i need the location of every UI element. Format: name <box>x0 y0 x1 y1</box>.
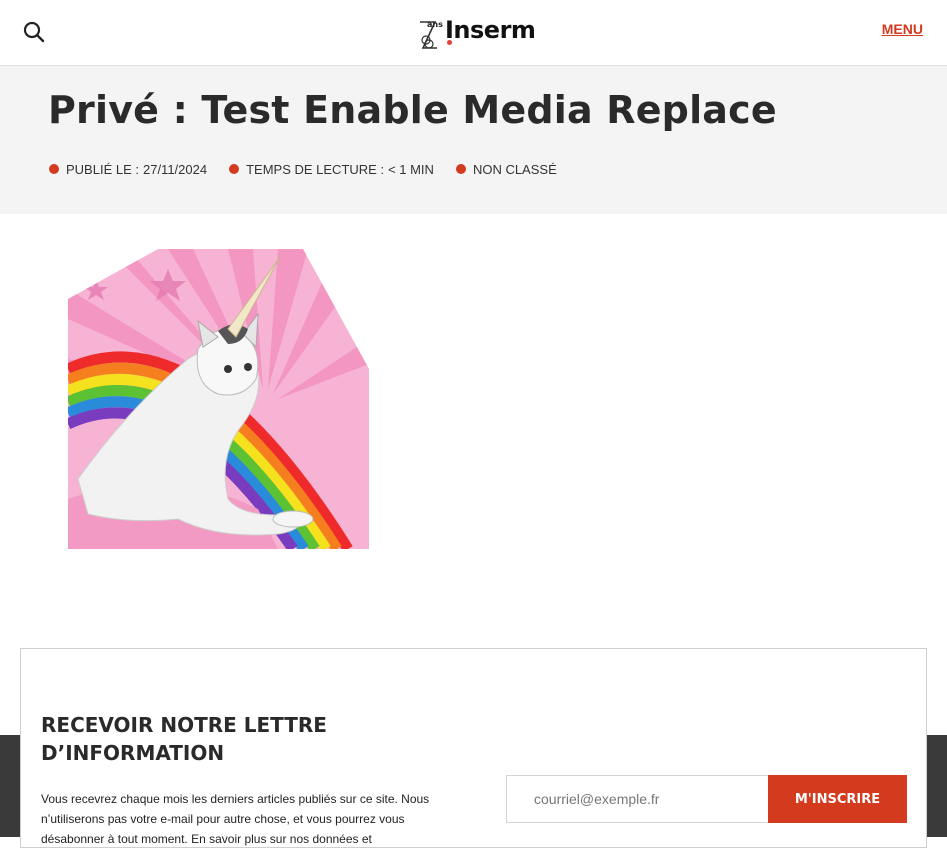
logo-anniversary-icon: ans <box>417 18 443 50</box>
menu-button[interactable]: MENU <box>882 21 923 37</box>
site-header: ans Inserm MENU <box>0 0 947 66</box>
article-meta: PUBLIÉ LE : 27/11/2024 TEMPS DE LECTURE … <box>49 162 579 177</box>
logo-prefix: ans <box>427 20 443 29</box>
meta-published: PUBLIÉ LE : 27/11/2024 <box>49 162 207 177</box>
newsletter-description: Vous recevrez chaque mois les derniers a… <box>41 792 430 846</box>
newsletter-title: RECEVOIR NOTRE LETTRE D’INFORMATION <box>41 713 327 765</box>
logo-wordmark: Inserm <box>445 16 536 44</box>
bullet-icon <box>229 163 240 174</box>
unicorn-cat-image <box>68 249 369 549</box>
search-icon[interactable] <box>22 20 46 44</box>
bullet-icon <box>49 163 59 174</box>
meta-key: PUBLIÉ LE : <box>66 162 139 177</box>
logo-dot <box>447 40 452 45</box>
meta-value: < 1 MIN <box>388 162 434 177</box>
page-title: Privé : Test Enable Media Replace <box>48 88 777 132</box>
article-header: Privé : Test Enable Media Replace PUBLIÉ… <box>0 66 947 214</box>
subscribe-button[interactable]: M'INSCRIRE <box>768 775 907 823</box>
meta-reading-time: TEMPS DE LECTURE : < 1 MIN <box>229 162 434 177</box>
meta-category[interactable]: NON CLASSÉ <box>455 162 557 177</box>
newsletter-card: RECEVOIR NOTRE LETTRE D’INFORMATION Vous… <box>20 648 927 848</box>
email-input[interactable] <box>506 775 768 823</box>
featured-image <box>68 249 369 549</box>
meta-key[interactable]: NON CLASSÉ <box>473 162 557 177</box>
meta-value: 27/11/2024 <box>142 162 208 177</box>
bullet-icon <box>455 163 466 174</box>
meta-key: TEMPS DE LECTURE : <box>246 162 385 177</box>
site-logo[interactable]: ans Inserm <box>417 16 536 52</box>
newsletter-form: M'INSCRIRE <box>506 775 907 823</box>
